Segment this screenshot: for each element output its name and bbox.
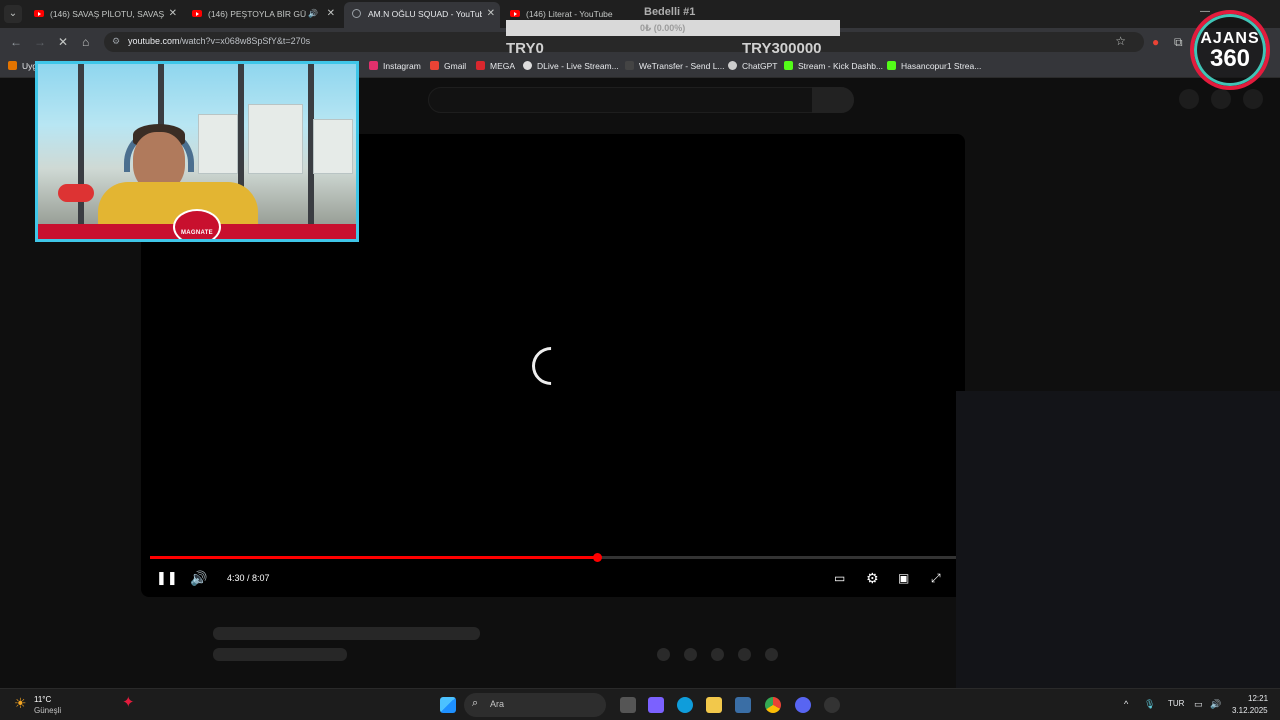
- tab-search-dropdown[interactable]: ⌄: [4, 5, 22, 23]
- search-icon: ⌕: [472, 697, 479, 709]
- task-view-icon[interactable]: [620, 697, 636, 713]
- bookmark-dlive[interactable]: DLive - Live Stream...: [523, 61, 619, 71]
- search-button[interactable]: [812, 87, 854, 113]
- edge-icon[interactable]: [677, 697, 693, 713]
- weather-icon[interactable]: ☀: [14, 695, 27, 712]
- donation-percent: 0₺ (0.00%): [640, 23, 686, 33]
- weather-desc[interactable]: Güneşli: [34, 706, 61, 715]
- widgets-icon[interactable]: [648, 697, 664, 713]
- instagram-icon: [369, 61, 378, 70]
- building: [313, 119, 353, 174]
- language-indicator[interactable]: TUR: [1168, 699, 1184, 708]
- tab-title: (146) SAVAŞ PİLOTU, SAVAŞ UÇ: [50, 9, 164, 19]
- action-skeleton: [684, 648, 697, 661]
- url-text: youtube.com/watch?v=x068w8SpSfY&t=270s: [128, 36, 311, 46]
- file-explorer-icon[interactable]: [706, 697, 722, 713]
- action-skeleton: [765, 648, 778, 661]
- close-tab-icon[interactable]: ✕: [487, 2, 495, 26]
- donation-max: TRY300000: [742, 40, 822, 57]
- search-input[interactable]: [428, 87, 854, 113]
- clock-time[interactable]: 12:21: [1248, 694, 1268, 703]
- title-skeleton: [213, 627, 480, 640]
- taskbar-search[interactable]: ⌕ Ara: [464, 693, 606, 717]
- wetransfer-icon: [625, 61, 634, 70]
- pause-button[interactable]: ❚❚: [156, 570, 178, 586]
- building: [248, 104, 303, 174]
- bookmark-hasancopur[interactable]: Hasancopur1 Strea...: [887, 61, 981, 71]
- display-icon[interactable]: ▭: [1194, 699, 1203, 710]
- dlive-icon: [523, 61, 532, 70]
- tab-title: (146) PEŞTOYLA BİR GÜN G: [208, 9, 306, 19]
- youtube-icon: [192, 10, 202, 17]
- windows-start-icon[interactable]: [440, 697, 456, 713]
- fullscreen-button[interactable]: ⤢: [931, 570, 941, 586]
- scrubber-handle[interactable]: [593, 553, 602, 562]
- tab-pestoyla[interactable]: (146) PEŞTOYLA BİR GÜN G 🔊 ✕: [184, 3, 340, 25]
- extensions-puzzle-icon[interactable]: ⧉: [1174, 35, 1183, 49]
- taskbar: ☀ 11°C Güneşli ✦ ⌕ Ara ^ 🎙 TUR ▭ 🔊 12:21…: [0, 688, 1280, 720]
- volume-button[interactable]: 🔊: [190, 570, 207, 586]
- donation-min: TRY0: [506, 40, 544, 57]
- clock-date[interactable]: 3.12.2025: [1232, 706, 1268, 715]
- store-icon[interactable]: [735, 697, 751, 713]
- bookmark-wetransfer[interactable]: WeTransfer - Send L...: [625, 61, 725, 71]
- bookmark-star-icon[interactable]: ☆: [1115, 34, 1126, 48]
- settings-gear-icon[interactable]: ⚙: [866, 570, 879, 586]
- apps-grid-icon: [8, 61, 17, 70]
- home-icon[interactable]: ⌂: [82, 35, 89, 49]
- extension-icon[interactable]: ●: [1152, 35, 1159, 49]
- tab-active-squad[interactable]: AM.N OĞLU SQUAD - YouTube ✕: [344, 2, 500, 28]
- action-skeleton: [657, 648, 670, 661]
- bookmark-instagram[interactable]: Instagram: [369, 61, 421, 71]
- donation-goal-title: Bedelli #1: [644, 6, 696, 18]
- kick-icon: [887, 61, 896, 70]
- microphone-icon[interactable]: 🎙: [1144, 699, 1155, 710]
- chrome-icon[interactable]: [765, 697, 781, 713]
- tab-title: AM.N OĞLU SQUAD - YouTube: [368, 9, 482, 19]
- related-panel-skeleton: [956, 391, 1280, 688]
- chatgpt-icon: [728, 61, 737, 70]
- back-icon[interactable]: ←: [10, 35, 22, 49]
- notifications-button-placeholder[interactable]: [1211, 89, 1231, 109]
- mega-icon: [476, 61, 485, 70]
- theater-mode-button[interactable]: ▣: [898, 570, 909, 586]
- ajans360-logo: AJANS 360: [1190, 10, 1270, 90]
- magnate-logo: MAGNATE: [173, 209, 221, 239]
- tab-savas-pilotu[interactable]: (146) SAVAŞ PİLOTU, SAVAŞ UÇ ✕: [26, 3, 182, 25]
- app-icon[interactable]: [824, 697, 840, 713]
- microphone: [58, 184, 94, 202]
- progress-bar-played: [150, 556, 597, 559]
- close-tab-icon[interactable]: ✕: [169, 3, 177, 25]
- weather-temp[interactable]: 11°C: [34, 695, 51, 704]
- action-skeleton: [711, 648, 724, 661]
- building: [198, 114, 238, 174]
- discord-icon[interactable]: [795, 697, 811, 713]
- tray-overflow-icon[interactable]: ^: [1124, 699, 1128, 709]
- avatar-placeholder[interactable]: [1243, 89, 1263, 109]
- bookmark-chatgpt[interactable]: ChatGPT: [728, 61, 777, 71]
- bookmark-gmail[interactable]: Gmail: [430, 61, 466, 71]
- bookmark-mega[interactable]: MEGA: [476, 61, 515, 71]
- app-icon[interactable]: ✦: [122, 693, 135, 711]
- action-skeleton: [738, 648, 751, 661]
- create-button-placeholder[interactable]: [1179, 89, 1199, 109]
- youtube-icon: [34, 10, 44, 17]
- forward-icon[interactable]: →: [34, 35, 46, 49]
- subtitles-button[interactable]: ▭: [834, 570, 845, 586]
- youtube-icon: [510, 10, 520, 17]
- bookmark-kick-dashboard[interactable]: Stream - Kick Dashb...: [784, 61, 883, 71]
- site-info-icon[interactable]: ⚙: [112, 36, 120, 47]
- loading-icon: [352, 9, 361, 18]
- kick-icon: [784, 61, 793, 70]
- channel-skeleton: [213, 648, 347, 661]
- speaker-icon[interactable]: 🔊: [308, 3, 318, 25]
- close-tab-icon[interactable]: ✕: [327, 3, 335, 25]
- webcam-overlay: MAGNATE: [35, 61, 359, 242]
- gmail-icon: [430, 61, 439, 70]
- volume-icon[interactable]: 🔊: [1210, 699, 1221, 710]
- time-display: 4:30 / 8:07: [227, 573, 270, 583]
- bookmark-apps[interactable]: Uyg: [8, 61, 37, 71]
- stop-icon[interactable]: ✕: [58, 35, 68, 49]
